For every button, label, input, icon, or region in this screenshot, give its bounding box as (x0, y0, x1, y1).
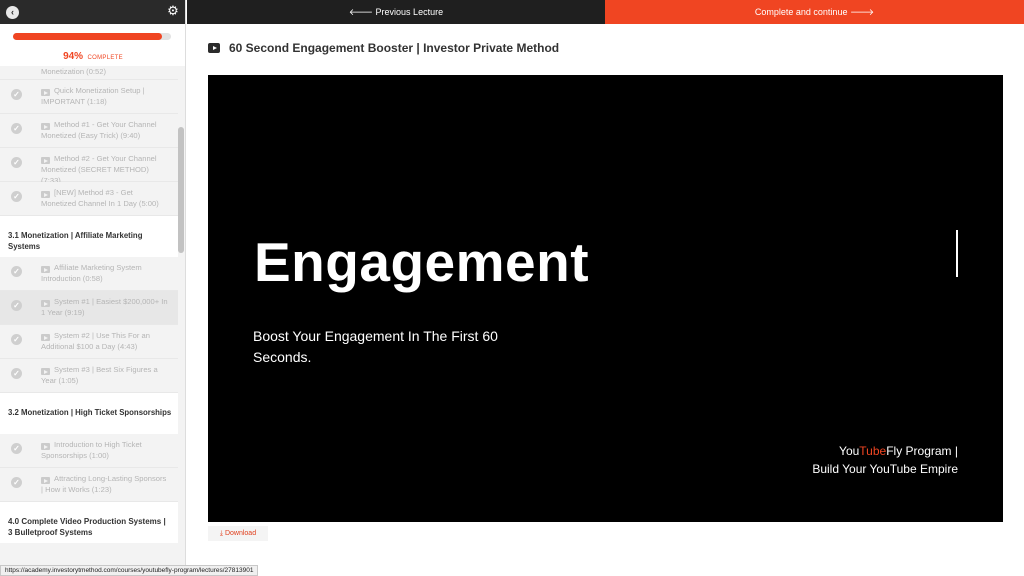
lecture-nav: 🡐 Previous Lecture Complete and continue… (187, 0, 1024, 24)
lecture-title: System #2 | Use This For an Additional $… (41, 331, 150, 351)
lecture-title: Quick Monetization Setup | IMPORTANT (1:… (41, 86, 145, 106)
check-circle-icon: ✓ (11, 123, 22, 134)
video-headline: Engagement (254, 231, 590, 293)
check-circle-icon: ✓ (11, 266, 22, 277)
check-circle-icon: ✓ (11, 368, 22, 379)
lecture-item[interactable]: ✓ Method #1 - Get Your Channel Monetized… (0, 114, 178, 148)
check-circle-icon: ✓ (11, 477, 22, 488)
course-progress: 94% COMPLETE (0, 24, 185, 66)
check-circle-icon: ✓ (11, 334, 22, 345)
download-icon: ⤓ (219, 530, 223, 537)
section-header: 3.1 Monetization | Affiliate Marketing S… (0, 216, 178, 257)
lecture-title: Introduction to High Ticket Sponsorships… (41, 440, 142, 460)
brand-line-1: YouTubeFly Program | (812, 442, 958, 460)
lecture-title: 60 Second Engagement Booster | Investor … (229, 41, 560, 55)
section-title: 3.1 Monetization | Affiliate Marketing S… (8, 231, 143, 251)
video-subtitle: Boost Your Engagement In The First 60 Se… (253, 328, 498, 365)
brand-you: You (839, 444, 860, 458)
lecture-item[interactable]: ✓ Affiliate Marketing System Introductio… (0, 257, 178, 291)
lecture-item[interactable]: ✓ System #3 | Best Six Figures a Year (1… (0, 359, 178, 393)
complete-and-continue-button[interactable]: Complete and continue 🡒 (605, 0, 1024, 24)
video-branding: YouTubeFly Program | Build Your YouTube … (812, 442, 958, 478)
back-chevron-icon[interactable]: ‹ (6, 6, 19, 19)
section-title: 3.2 Monetization | High Ticket Sponsorsh… (8, 408, 172, 417)
video-icon (208, 43, 220, 53)
lecture-title: System #1 | Easiest $200,000+ In 1 Year … (41, 297, 168, 317)
status-url: https://academy.investorytmethod.com/cou… (0, 565, 259, 576)
check-circle-icon: ✓ (11, 89, 22, 100)
brand-rest: Fly Program | (886, 444, 958, 458)
lecture-title: Affiliate Marketing System Introduction … (41, 263, 142, 283)
brand-tube: Tube (859, 444, 887, 458)
lecture-item[interactable]: ✓ [NEW] Method #3 - Get Monetized Channe… (0, 182, 178, 216)
progress-text: 94% COMPLETE (0, 46, 185, 64)
curriculum-list: Monetization (0:52) ✓ Quick Monetization… (0, 66, 178, 576)
progress-bar-fill (13, 33, 162, 40)
download-button[interactable]: ⤓ Download (208, 526, 268, 541)
progress-bar (13, 33, 171, 40)
lecture-title: System #3 | Best Six Figures a Year (1:0… (41, 365, 158, 385)
check-circle-icon: ✓ (11, 300, 22, 311)
text-cursor (956, 230, 958, 277)
lecture-item[interactable]: ✓ Attracting Long-Lasting Sponsors | How… (0, 468, 178, 502)
section-header: 3.2 Monetization | High Ticket Sponsorsh… (0, 393, 178, 434)
progress-percent: 94% (63, 51, 84, 62)
lecture-title: Attracting Long-Lasting Sponsors | How i… (41, 474, 167, 494)
lecture-item[interactable]: ✓ System #2 | Use This For an Additional… (0, 325, 178, 359)
check-circle-icon: ✓ (11, 157, 22, 168)
check-circle-icon: ✓ (11, 191, 22, 202)
gear-icon[interactable]: ⚙ (166, 4, 180, 18)
sidebar-scrollbar[interactable] (178, 127, 184, 253)
sidebar-header: ‹ ⚙ (0, 0, 185, 24)
lecture-title: Method #1 - Get Your Channel Monetized (… (41, 120, 157, 140)
lecture-item[interactable]: Monetization (0:52) (0, 66, 178, 80)
lecture-item[interactable]: ✓ System #1 | Easiest $200,000+ In 1 Yea… (0, 291, 178, 325)
section-title: 4.0 Complete Video Production Systems | … (8, 517, 166, 537)
check-circle-icon: ✓ (11, 443, 22, 454)
brand-line-2: Build Your YouTube Empire (812, 462, 958, 476)
course-sidebar: ‹ ⚙ 94% COMPLETE Monetization (0:52) ✓ Q… (0, 0, 186, 576)
section-header: 4.0 Complete Video Production Systems | … (0, 502, 178, 543)
progress-label: COMPLETE (87, 55, 123, 61)
lecture-item[interactable]: ✓ Method #2 - Get Your Channel Monetized… (0, 148, 178, 185)
lecture-item[interactable]: ✓ Introduction to High Ticket Sponsorshi… (0, 434, 178, 468)
lecture-title: Monetization (0:52) (41, 67, 107, 76)
lecture-item[interactable]: ✓ Quick Monetization Setup | IMPORTANT (… (0, 80, 178, 114)
previous-lecture-button[interactable]: 🡐 Previous Lecture (187, 0, 605, 24)
video-player[interactable]: Engagement Boost Your Engagement In The … (208, 75, 1003, 522)
lecture-title: [NEW] Method #3 - Get Monetized Channel … (41, 188, 159, 208)
download-label: Download (224, 530, 257, 537)
